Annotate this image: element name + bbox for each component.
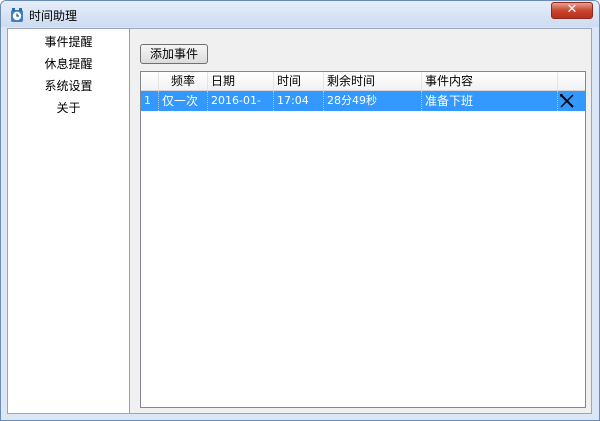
column-header-date[interactable]: 日期: [208, 72, 274, 90]
column-header-content[interactable]: 事件内容: [422, 72, 558, 90]
row-remaining: 28分49秒: [324, 91, 422, 111]
window-title: 时间助理: [29, 9, 78, 23]
sidebar-item-about[interactable]: 关于: [8, 99, 129, 116]
column-header-action[interactable]: [558, 72, 585, 90]
add-event-button[interactable]: 添加事件: [140, 44, 208, 64]
row-date: 2016-01-26: [208, 91, 274, 127]
main-client-area: 事件提醒 休息提醒 系统设置 关于 添加事件 频率 日期 时间 剩余时间 事件内…: [7, 28, 592, 414]
sidebar: 事件提醒 休息提醒 系统设置 关于: [8, 29, 130, 413]
clock-app-icon: [11, 8, 23, 22]
column-header-remaining[interactable]: 剩余时间: [324, 72, 422, 90]
row-time: 17:04: [274, 91, 324, 111]
table-row[interactable]: 1 仅一次 2016-01-26 17:04 28分49秒 准备下班: [141, 91, 585, 127]
row-frequency: 仅一次: [159, 91, 208, 111]
delete-icon[interactable]: [559, 93, 575, 109]
sidebar-item-rest-reminder[interactable]: 休息提醒: [8, 55, 129, 72]
sidebar-item-system-settings[interactable]: 系统设置: [8, 77, 129, 94]
column-header-index[interactable]: [141, 72, 159, 90]
app-window: 时间助理 ✕ 事件提醒 休息提醒 系统设置 关于 添加事件 频率 日期 时间 剩…: [0, 0, 600, 421]
table-header: 频率 日期 时间 剩余时间 事件内容: [141, 72, 585, 91]
row-index: 1: [141, 91, 159, 111]
close-button[interactable]: ✕: [551, 2, 593, 19]
sidebar-item-event-reminder[interactable]: 事件提醒: [8, 33, 129, 50]
event-list[interactable]: 频率 日期 时间 剩余时间 事件内容 1 仅一次 2016-01-26 17:0…: [140, 71, 586, 408]
close-icon: ✕: [566, 2, 578, 17]
row-content: 准备下班: [422, 91, 558, 111]
title-bar[interactable]: 时间助理 ✕: [1, 1, 599, 27]
column-header-time[interactable]: 时间: [274, 72, 324, 90]
column-header-frequency[interactable]: 频率: [159, 72, 208, 90]
